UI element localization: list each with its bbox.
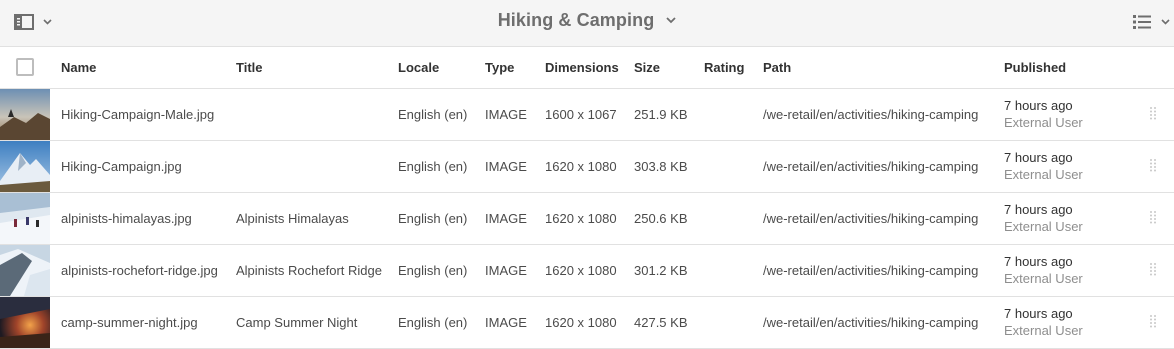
asset-dimensions: 1620 x 1080 (545, 158, 617, 174)
published-cell: 7 hours ago External User (1004, 244, 1127, 296)
published-by: External User (1004, 167, 1083, 182)
asset-name[interactable]: alpinists-himalayas.jpg (51, 192, 236, 244)
column-header-title[interactable]: Title (236, 47, 398, 88)
thumbnail-image (0, 140, 50, 192)
asset-name[interactable]: Hiking-Campaign.jpg (51, 140, 236, 192)
asset-size: 427.5 KB (634, 314, 688, 330)
column-header-locale[interactable]: Locale (398, 47, 485, 88)
asset-path: /we-retail/en/activities/hiking-camping (763, 314, 979, 330)
chevron-down-icon (666, 17, 676, 24)
drag-handle-icon[interactable] (1149, 262, 1157, 276)
column-header-rating[interactable]: Rating (704, 47, 763, 88)
list-view-icon (1133, 15, 1151, 29)
published-by: External User (1004, 271, 1083, 286)
published-by: External User (1004, 323, 1083, 338)
chevron-down-icon (1161, 19, 1170, 25)
asset-size: 250.6 KB (634, 210, 688, 226)
asset-size: 301.2 KB (634, 262, 688, 278)
thumbnail-image (0, 296, 50, 348)
asset-title (236, 140, 398, 192)
asset-rating (704, 140, 763, 192)
column-header-name[interactable]: Name (51, 47, 236, 88)
folder-title-dropdown[interactable]: Hiking & Camping (498, 10, 677, 31)
asset-locale: English (en) (398, 158, 468, 174)
published-cell: 7 hours ago External User (1004, 88, 1127, 140)
published-time: 7 hours ago (1004, 254, 1073, 269)
asset-locale: English (en) (398, 314, 468, 330)
assets-list-table: Name Title Locale Type Dimensions Size R… (0, 47, 1174, 349)
drag-handle-icon[interactable] (1149, 106, 1157, 120)
table-row[interactable]: Hiking-Campaign-Male.jpg English (en) IM… (0, 88, 1174, 140)
asset-dimensions: 1620 x 1080 (545, 314, 617, 330)
table-row[interactable]: camp-summer-night.jpg Camp Summer Night … (0, 296, 1174, 348)
asset-path: /we-retail/en/activities/hiking-camping (763, 262, 979, 278)
asset-path: /we-retail/en/activities/hiking-camping (763, 210, 979, 226)
asset-dimensions: 1600 x 1067 (545, 106, 617, 122)
asset-type: IMAGE (485, 262, 527, 278)
thumbnail-cell (0, 88, 51, 140)
table-row[interactable]: Hiking-Campaign.jpg English (en) IMAGE 1… (0, 140, 1174, 192)
asset-dimensions: 1620 x 1080 (545, 210, 617, 226)
table-row[interactable]: alpinists-rochefort-ridge.jpg Alpinists … (0, 244, 1174, 296)
asset-size: 303.8 KB (634, 158, 688, 174)
published-cell: 7 hours ago External User (1004, 192, 1127, 244)
asset-path: /we-retail/en/activities/hiking-camping (763, 106, 979, 122)
published-time: 7 hours ago (1004, 150, 1073, 165)
published-time: 7 hours ago (1004, 202, 1073, 217)
drag-handle-icon[interactable] (1149, 158, 1157, 172)
published-cell: 7 hours ago External User (1004, 296, 1127, 348)
published-by: External User (1004, 219, 1083, 234)
select-all-cell (0, 47, 51, 88)
asset-title: Alpinists Rochefort Ridge (236, 262, 382, 278)
column-header-type[interactable]: Type (485, 47, 545, 88)
asset-title: Alpinists Himalayas (236, 210, 349, 226)
drag-handle-icon[interactable] (1149, 210, 1157, 224)
thumbnail-image (0, 244, 50, 296)
thumbnail-cell (0, 192, 51, 244)
asset-locale: English (en) (398, 106, 468, 122)
asset-rating (704, 244, 763, 296)
asset-type: IMAGE (485, 106, 527, 122)
asset-dimensions: 1620 x 1080 (545, 262, 617, 278)
asset-path: /we-retail/en/activities/hiking-camping (763, 158, 979, 174)
table-header-row: Name Title Locale Type Dimensions Size R… (0, 47, 1174, 88)
drag-handle-icon[interactable] (1149, 314, 1157, 328)
published-cell: 7 hours ago External User (1004, 140, 1127, 192)
asset-rating (704, 296, 763, 348)
published-time: 7 hours ago (1004, 98, 1073, 113)
asset-name[interactable]: Hiking-Campaign-Male.jpg (51, 88, 236, 140)
column-header-path[interactable]: Path (763, 47, 1004, 88)
column-header-dimensions[interactable]: Dimensions (545, 47, 634, 88)
asset-name[interactable]: camp-summer-night.jpg (51, 296, 236, 348)
thumbnail-image (0, 192, 50, 244)
asset-type: IMAGE (485, 314, 527, 330)
thumbnail-cell (0, 244, 51, 296)
asset-name[interactable]: alpinists-rochefort-ridge.jpg (51, 244, 236, 296)
asset-size: 251.9 KB (634, 106, 688, 122)
page-title: Hiking & Camping (497, 10, 655, 30)
published-by: External User (1004, 115, 1083, 130)
asset-rating (704, 88, 763, 140)
column-header-published[interactable]: Published (1004, 47, 1127, 88)
top-action-bar: Hiking & Camping (0, 0, 1174, 47)
asset-type: IMAGE (485, 210, 527, 226)
asset-rating (704, 192, 763, 244)
select-all-checkbox[interactable] (16, 58, 34, 77)
asset-locale: English (en) (398, 262, 468, 278)
asset-title: Camp Summer Night (236, 314, 358, 330)
asset-title (236, 88, 398, 140)
thumbnail-cell (0, 296, 51, 348)
column-header-size[interactable]: Size (634, 47, 704, 88)
published-time: 7 hours ago (1004, 306, 1073, 321)
asset-locale: English (en) (398, 210, 468, 226)
thumbnail-cell (0, 140, 51, 192)
thumbnail-image (0, 88, 50, 140)
table-row[interactable]: alpinists-himalayas.jpg Alpinists Himala… (0, 192, 1174, 244)
asset-type: IMAGE (485, 158, 527, 174)
view-switcher-button[interactable] (1132, 13, 1170, 31)
